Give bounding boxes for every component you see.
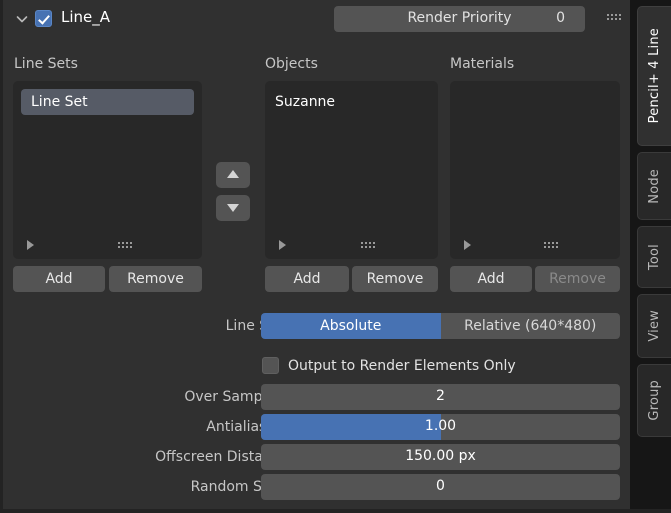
triangle-up-icon: [227, 170, 239, 178]
objects-list-footer: [265, 237, 438, 253]
tab-view[interactable]: View: [637, 294, 671, 358]
panel-header: Line_A Render Priority 0: [3, 0, 630, 39]
move-up-button[interactable]: [216, 162, 250, 188]
triangle-right-icon[interactable]: [27, 240, 34, 250]
list-item[interactable]: Line Set: [21, 89, 194, 115]
line-enabled-checkbox[interactable]: [35, 10, 52, 27]
tab-tool[interactable]: Tool: [637, 226, 671, 288]
tab-pencil-4-line[interactable]: Pencil+ 4 Line: [637, 6, 671, 146]
materials-list-footer: [450, 237, 620, 253]
render-priority-label: Render Priority: [334, 10, 585, 26]
tab-label: View: [647, 310, 662, 342]
line-sets-title: Line Sets: [14, 56, 78, 72]
offscreen-distance-field[interactable]: 150.00 px: [261, 444, 620, 470]
offscreen-distance-value: 150.00 px: [261, 448, 620, 464]
grip-dots-icon[interactable]: [607, 14, 621, 20]
tab-label: Pencil+ 4 Line: [647, 28, 662, 123]
random-seed-value: 0: [261, 478, 620, 494]
line-size-option-absolute[interactable]: Absolute: [261, 313, 441, 339]
materials-remove-button: Remove: [535, 266, 620, 292]
tab-label: Node: [647, 169, 662, 204]
grip-dots-icon[interactable]: [544, 242, 558, 248]
random-seed-field[interactable]: 0: [261, 474, 620, 500]
tab-label: Group: [647, 380, 662, 421]
properties-panel: Line_A Render Priority 0 Line Sets Line …: [0, 0, 671, 513]
output-render-elements-checkbox[interactable]: [262, 357, 279, 374]
tab-group[interactable]: Group: [637, 364, 671, 437]
line-size-toggle[interactable]: Absolute Relative (640*480): [261, 313, 620, 339]
objects-list[interactable]: Suzanne: [265, 81, 438, 259]
triangle-right-icon[interactable]: [279, 240, 286, 250]
triangle-down-icon: [227, 204, 239, 212]
tab-label: Tool: [647, 244, 662, 270]
output-render-elements-label: Output to Render Elements Only: [288, 358, 516, 374]
tab-strip: Pencil+ 4 Line Node Tool View Group: [630, 0, 671, 513]
line-sets-list-footer: [13, 237, 202, 253]
grip-dots-icon[interactable]: [361, 242, 375, 248]
output-render-elements-row[interactable]: Output to Render Elements Only: [262, 357, 516, 374]
line-sets-remove-button[interactable]: Remove: [109, 266, 202, 292]
line-sets-add-button[interactable]: Add: [13, 266, 105, 292]
panel-bottom-edge: [0, 509, 671, 513]
tab-node[interactable]: Node: [637, 152, 671, 220]
objects-title: Objects: [265, 56, 318, 72]
render-priority-value: 0: [556, 10, 565, 26]
line-sets-list[interactable]: Line Set: [13, 81, 202, 259]
over-sampling-value: 2: [261, 388, 620, 404]
panel-left-edge: [0, 0, 3, 513]
line-size-option-relative[interactable]: Relative (640*480): [441, 313, 621, 339]
move-down-button[interactable]: [216, 195, 250, 221]
page-title: Line_A: [61, 8, 110, 26]
materials-list[interactable]: [450, 81, 620, 259]
grip-dots-icon[interactable]: [118, 242, 132, 248]
over-sampling-field[interactable]: 2: [261, 384, 620, 410]
render-priority-field[interactable]: Render Priority 0: [334, 6, 585, 32]
objects-remove-button[interactable]: Remove: [352, 266, 438, 292]
triangle-right-icon[interactable]: [464, 240, 471, 250]
materials-title: Materials: [450, 56, 514, 72]
objects-add-button[interactable]: Add: [265, 266, 349, 292]
materials-add-button[interactable]: Add: [450, 266, 532, 292]
antialiasing-slider[interactable]: 1.00: [261, 414, 620, 440]
chevron-down-icon[interactable]: [14, 11, 30, 27]
antialiasing-value: 1.00: [261, 418, 620, 434]
list-item[interactable]: Suzanne: [275, 89, 335, 115]
